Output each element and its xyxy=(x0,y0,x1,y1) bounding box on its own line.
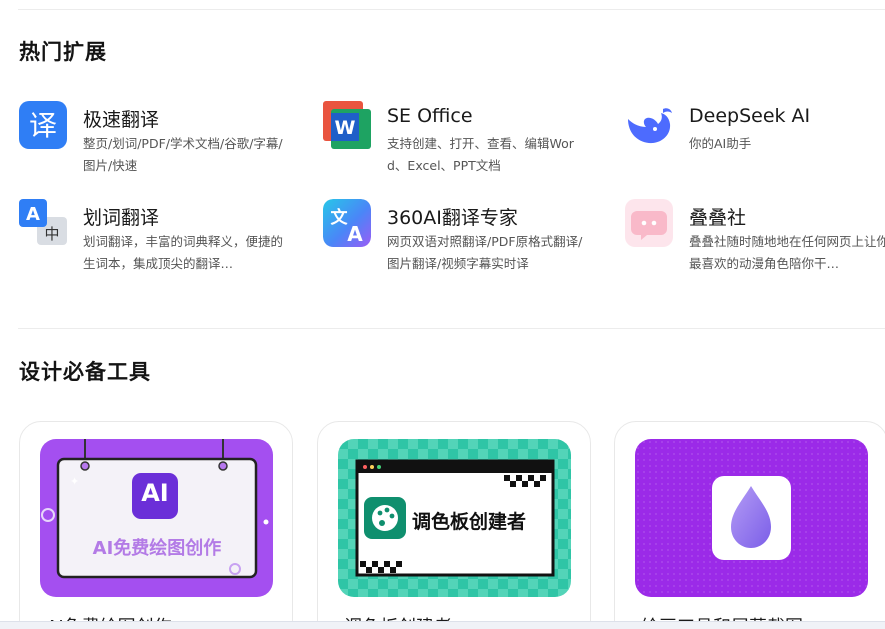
extension-desc: 划词翻译，丰富的词典释义，便捷的生词本，集成顶尖的翻译… xyxy=(83,234,284,271)
design-card-drawing-screenshot[interactable]: 绘画工具和屏幕截图 xyxy=(614,421,885,629)
svg-text:✦: ✦ xyxy=(70,475,79,488)
svg-text:W: W xyxy=(335,117,356,139)
extension-name: 360AI翻译专家 xyxy=(387,207,518,229)
extension-item-word-translate[interactable]: 中 A 划词翻译 划词翻译，丰富的词典释义，便捷的生词本，集成顶尖的翻译… xyxy=(19,199,289,279)
deepseek-whale-icon xyxy=(625,101,673,149)
hot-extensions-grid: 译 极速翻译 整页/划词/PDF/学术文档/谷歌/字幕/图片/快速 W SE O… xyxy=(19,101,885,281)
bottom-scroll-bar xyxy=(0,621,885,629)
ai-translate-expert-icon: 文 A xyxy=(323,199,371,247)
svg-text:A: A xyxy=(347,222,363,246)
ai-badge-icon: AI xyxy=(141,479,169,507)
word-select-translate-icon: 中 A xyxy=(19,199,67,247)
extension-desc: 你的AI助手 xyxy=(689,136,752,151)
extension-name: SE Office xyxy=(387,105,473,127)
extension-name: 划词翻译 xyxy=(83,207,160,229)
design-card-ai-drawing[interactable]: ✦ AI AI免费绘图创作 AI免费绘图创作 xyxy=(19,421,293,629)
svg-text:译: 译 xyxy=(29,109,57,142)
top-divider xyxy=(18,9,885,10)
drawing-tools-banner xyxy=(635,439,868,597)
section-title-hot-extensions: 热门扩展 xyxy=(19,40,107,64)
extension-item-360ai-translate[interactable]: 文 A 360AI翻译专家 网页双语对照翻译/PDF原格式翻译/图片翻译/视频字… xyxy=(323,199,593,279)
design-card-palette-creator[interactable]: 调色板创建者 调色板创建者 xyxy=(317,421,591,629)
extension-item-diedieshe[interactable]: 叠叠社 叠叠社随时随地地在任何网页上让你最喜欢的动漫角色陪你干… xyxy=(625,199,885,279)
extension-name: 极速翻译 xyxy=(83,109,160,131)
extension-desc: 支持创建、打开、查看、编辑Word、Excel、PPT文档 xyxy=(387,136,574,173)
translate-icon: 译 xyxy=(19,101,67,149)
extension-name: 叠叠社 xyxy=(689,207,747,229)
palette-creator-banner: 调色板创建者 xyxy=(338,439,571,597)
extension-item-deepseek-ai[interactable]: DeepSeek AI 你的AI助手 xyxy=(625,101,885,181)
extension-desc: 叠叠社随时随地地在任何网页上让你最喜欢的动漫角色陪你干… xyxy=(689,234,885,271)
extension-item-fast-translate[interactable]: 译 极速翻译 整页/划词/PDF/学术文档/谷歌/字幕/图片/快速 xyxy=(19,101,289,181)
section-divider xyxy=(18,328,885,329)
extension-name: DeepSeek AI xyxy=(689,105,811,127)
ai-drawing-banner: ✦ AI AI免费绘图创作 xyxy=(40,439,273,597)
ai-drawing-banner-text: AI免费绘图创作 xyxy=(92,538,222,559)
section-title-design-tools: 设计必备工具 xyxy=(19,360,151,384)
svg-text:文: 文 xyxy=(331,207,349,228)
svg-text:中: 中 xyxy=(44,225,59,243)
word-office-icon: W xyxy=(323,101,371,149)
extension-item-se-office[interactable]: W SE Office 支持创建、打开、查看、编辑Word、Excel、PPT文… xyxy=(323,101,593,181)
svg-text:A: A xyxy=(26,204,40,225)
extension-desc: 整页/划词/PDF/学术文档/谷歌/字幕/图片/快速 xyxy=(83,136,283,173)
extension-desc: 网页双语对照翻译/PDF原格式翻译/图片翻译/视频字幕实时译 xyxy=(387,234,583,271)
palette-creator-banner-text: 调色板创建者 xyxy=(412,511,527,533)
anime-face-icon xyxy=(625,199,673,247)
